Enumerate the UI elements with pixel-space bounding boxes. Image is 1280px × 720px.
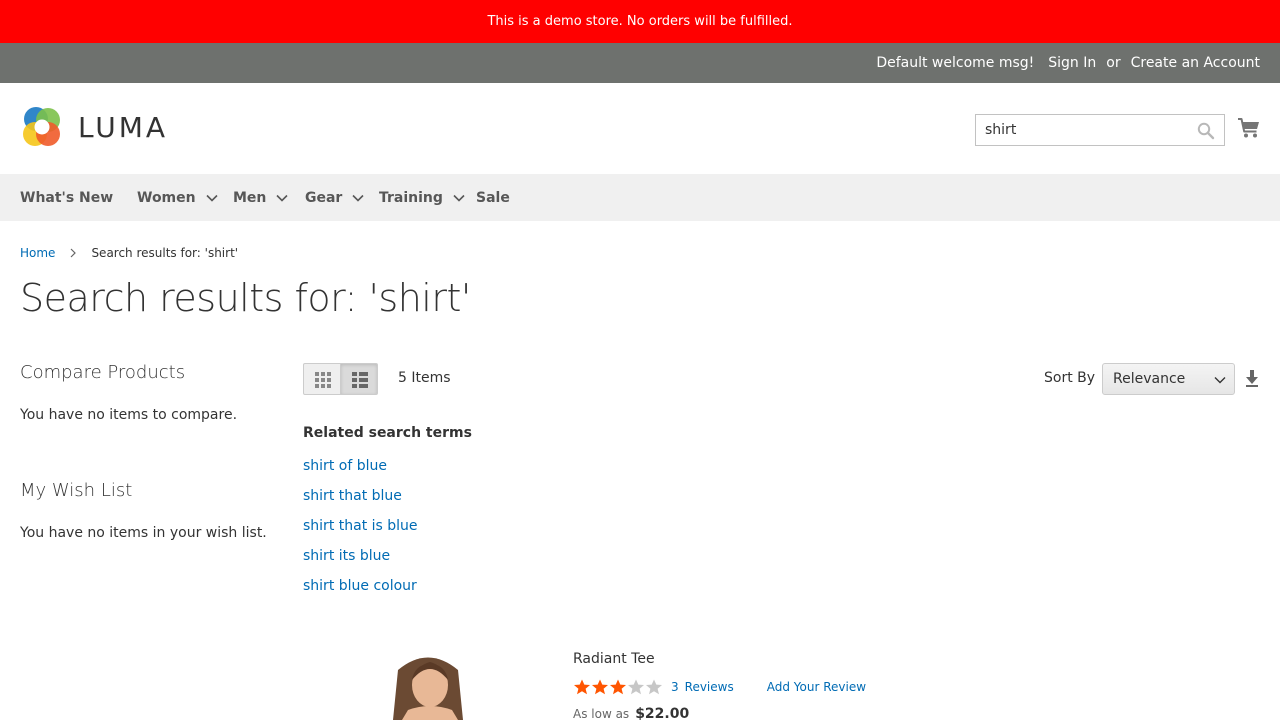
chevron-down-icon — [206, 194, 218, 202]
search-box — [975, 114, 1225, 146]
chevron-down-icon — [276, 194, 288, 202]
product-item: Radiant Tee 3 Reviews Add Your Review As … — [303, 640, 1260, 720]
chevron-right-icon — [71, 248, 77, 258]
star-empty-icon — [628, 679, 644, 695]
nav-label: Training — [379, 189, 443, 206]
nav-label: Sale — [476, 189, 510, 206]
cart-icon[interactable] — [1237, 116, 1261, 140]
nav-label: What's New — [20, 189, 114, 206]
nav-training[interactable]: Training — [379, 174, 465, 221]
reviews-label: Reviews — [684, 680, 734, 694]
create-account-link[interactable]: Create an Account — [1131, 55, 1260, 71]
list-item: shirt blue colour — [303, 571, 472, 601]
sort-direction-icon[interactable] — [1245, 369, 1259, 387]
sign-in-link[interactable]: Sign In — [1048, 55, 1096, 71]
toolbar-amount: 5 Items — [398, 370, 451, 386]
nav-women[interactable]: Women — [137, 174, 218, 221]
nav-whats-new[interactable]: What's New — [20, 174, 113, 221]
breadcrumb: Home Search results for: 'shirt' — [20, 246, 238, 260]
luma-logo-icon — [23, 107, 60, 146]
list-item: shirt its blue — [303, 541, 472, 571]
list-icon — [352, 372, 368, 388]
sort-by-select[interactable]: Relevance — [1102, 363, 1235, 395]
products-toolbar: 5 Items Sort By Relevance — [303, 363, 1260, 395]
breadcrumb-home-link[interactable]: Home — [20, 246, 55, 260]
sort-selected-value: Relevance — [1113, 371, 1186, 387]
chevron-down-icon — [453, 194, 465, 202]
main-navigation: What's New Women Men Gear Training Sale — [0, 174, 1280, 221]
panel-header: Default welcome msg! Sign In or Create a… — [0, 43, 1280, 83]
list-item: shirt that blue — [303, 481, 472, 511]
welcome-message: Default welcome msg! — [876, 55, 1035, 71]
related-terms-title: Related search terms — [303, 425, 472, 441]
star-empty-icon — [646, 679, 662, 695]
or-separator: or — [1106, 55, 1121, 71]
chevron-down-icon — [1214, 377, 1226, 384]
grid-view-button[interactable] — [303, 363, 341, 395]
price-box: As low as $22.00 — [573, 706, 689, 720]
price-label: As low as — [573, 707, 630, 720]
grid-icon — [315, 372, 331, 388]
header-links: Default welcome msg! Sign In or Create a… — [876, 43, 1260, 83]
nav-label: Men — [233, 189, 267, 206]
nav-label: Gear — [305, 189, 343, 206]
related-search-terms: Related search terms shirt of blue shirt… — [303, 425, 472, 601]
list-item: shirt that is blue — [303, 511, 472, 541]
search-input[interactable] — [976, 115, 1191, 145]
related-term-link[interactable]: shirt of blue — [303, 458, 387, 474]
sidebar: Compare Products You have no items to co… — [20, 362, 280, 541]
product-photo-figure — [358, 640, 503, 720]
logo[interactable]: LUMA — [20, 105, 168, 149]
related-terms-list: shirt of blue shirt that blue shirt that… — [303, 451, 472, 601]
chevron-down-icon — [352, 194, 364, 202]
related-term-link[interactable]: shirt blue colour — [303, 578, 417, 594]
amount-label: Items — [411, 370, 451, 386]
page-title: Search results for: 'shirt' — [20, 276, 471, 320]
compare-title: Compare Products — [20, 362, 186, 383]
related-term-link[interactable]: shirt that is blue — [303, 518, 418, 534]
star-filled-icon — [574, 679, 590, 695]
reviews-link[interactable]: 3 Reviews — [671, 680, 734, 694]
breadcrumb-current: Search results for: 'shirt' — [91, 246, 239, 260]
wishlist-empty-message: You have no items in your wish list. — [20, 525, 267, 541]
wishlist-block: My Wish List You have no items in your w… — [20, 480, 280, 541]
amount-number: 5 — [398, 370, 407, 386]
search-icon[interactable] — [1197, 122, 1215, 140]
demo-notice: This is a demo store. No orders will be … — [0, 0, 1280, 43]
nav-men[interactable]: Men — [233, 174, 288, 221]
compare-block: Compare Products You have no items to co… — [20, 362, 280, 423]
star-filled-icon — [592, 679, 608, 695]
add-review-link[interactable]: Add Your Review — [767, 680, 866, 694]
related-term-link[interactable]: shirt that blue — [303, 488, 402, 504]
nav-sale[interactable]: Sale — [476, 174, 510, 221]
list-view-button[interactable] — [340, 363, 378, 395]
product-rating: 3 Reviews Add Your Review — [573, 679, 866, 695]
product-image[interactable] — [358, 640, 503, 720]
list-item: shirt of blue — [303, 451, 472, 481]
compare-empty-message: You have no items to compare. — [20, 407, 238, 423]
related-term-link[interactable]: shirt its blue — [303, 548, 390, 564]
star-filled-icon — [610, 679, 626, 695]
logo-text: LUMA — [78, 110, 169, 144]
rating-stars — [573, 679, 663, 695]
site-header: LUMA — [0, 83, 1280, 174]
nav-gear[interactable]: Gear — [305, 174, 364, 221]
product-price: $22.00 — [635, 706, 690, 720]
wishlist-title: My Wish List — [20, 480, 133, 501]
reviews-count: 3 — [671, 680, 679, 694]
sort-by-label: Sort By — [1044, 370, 1096, 386]
product-name-link[interactable]: Radiant Tee — [573, 651, 655, 667]
nav-label: Women — [137, 189, 196, 206]
